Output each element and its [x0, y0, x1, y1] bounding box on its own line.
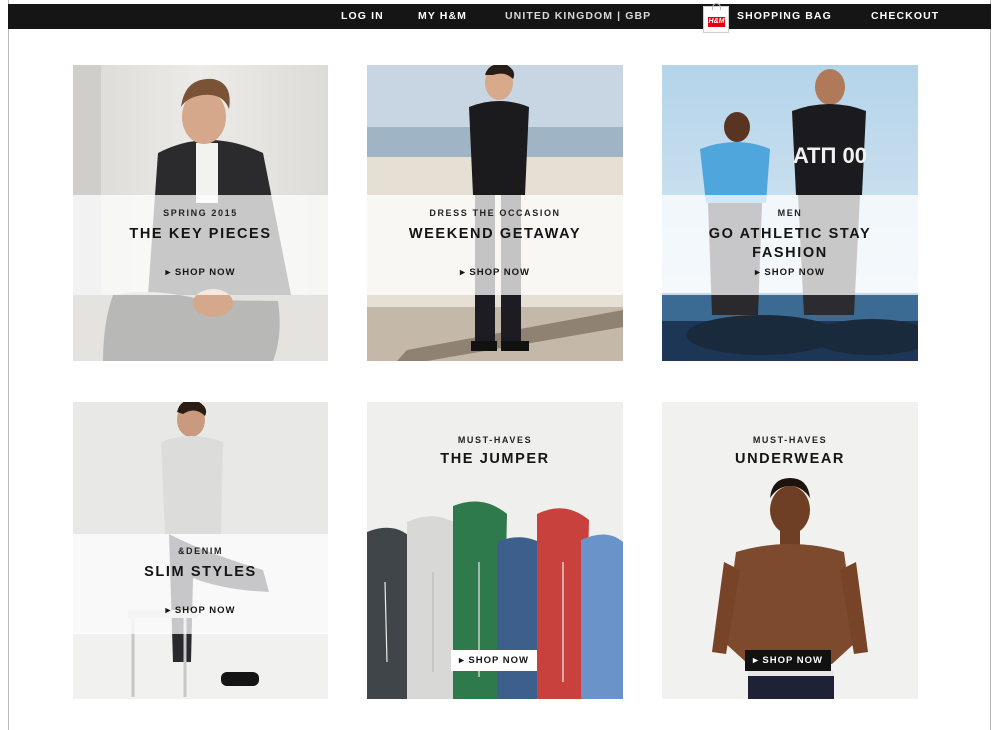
shop-now-link[interactable]: ▸ SHOP NOW	[662, 267, 918, 278]
page-frame-right	[990, 0, 991, 730]
tile-eyebrow: DRESS THE OCCASION	[429, 208, 561, 218]
top-navigation-bar: LOG IN MY H&M UNITED KINGDOM | GBP H&M S…	[8, 3, 991, 33]
shop-now-button[interactable]: ▸ SHOP NOW	[745, 650, 832, 671]
tile-title: THE KEY PIECES	[129, 226, 272, 242]
tile-title: SLIM STYLES	[144, 564, 257, 580]
bag-handle-icon	[712, 3, 721, 10]
promo-tile-weekend-getaway[interactable]: DRESS THE OCCASION WEEKEND GETAWAY ▸ SHO…	[367, 65, 623, 361]
jersey-lettering: ΑΤΠ 00	[793, 143, 867, 168]
promo-tile-the-jumper[interactable]: MUST-HAVES THE JUMPER ▸ SHOP NOW	[367, 402, 623, 699]
tile-title-line-1: GO ATHLETIC STAY	[708, 226, 872, 242]
tile-eyebrow: MUST-HAVES	[457, 435, 533, 445]
page-frame-left	[8, 0, 9, 730]
shop-now-link[interactable]: ▸ SHOP NOW	[367, 267, 623, 278]
checkout-link[interactable]: CHECKOUT	[871, 4, 939, 29]
shop-now-button[interactable]: ▸ SHOP NOW	[451, 650, 538, 671]
tile-eyebrow: MEN	[777, 208, 803, 218]
country-currency-selector[interactable]: UNITED KINGDOM | GBP	[505, 4, 651, 29]
hm-logo: H&M	[708, 17, 725, 27]
shop-now-link[interactable]: ▸ SHOP NOW	[73, 267, 328, 278]
shopping-bag-icon[interactable]: H&M	[703, 3, 729, 33]
my-hm-link[interactable]: MY H&M	[418, 4, 467, 29]
login-link[interactable]: LOG IN	[341, 4, 384, 29]
tile-title: WEEKEND GETAWAY	[408, 226, 582, 242]
shop-now-link[interactable]: ▸ SHOP NOW	[73, 605, 328, 616]
tile-eyebrow: &DENIM	[177, 546, 224, 556]
tile-title: THE JUMPER	[440, 451, 550, 467]
promo-tile-slim-styles[interactable]: &DENIM SLIM STYLES ▸ SHOP NOW	[73, 402, 328, 699]
promo-tile-athletic[interactable]: ΑΤΠ 00 MEN GO ATHLETIC STAY FASHION ▸ SH…	[662, 65, 918, 361]
shopping-bag-link[interactable]: SHOPPING BAG	[737, 4, 832, 29]
tile-title-line-2: FASHION	[752, 245, 828, 261]
promo-tile-key-pieces[interactable]: SPRING 2015 THE KEY PIECES ▸ SHOP NOW	[73, 65, 328, 361]
promo-tile-underwear[interactable]: MUST-HAVES UNDERWEAR ▸ SHOP NOW	[662, 402, 918, 699]
tile-eyebrow: SPRING 2015	[163, 208, 238, 218]
tile-eyebrow: MUST-HAVES	[752, 435, 828, 445]
tile-title: UNDERWEAR	[735, 451, 845, 467]
